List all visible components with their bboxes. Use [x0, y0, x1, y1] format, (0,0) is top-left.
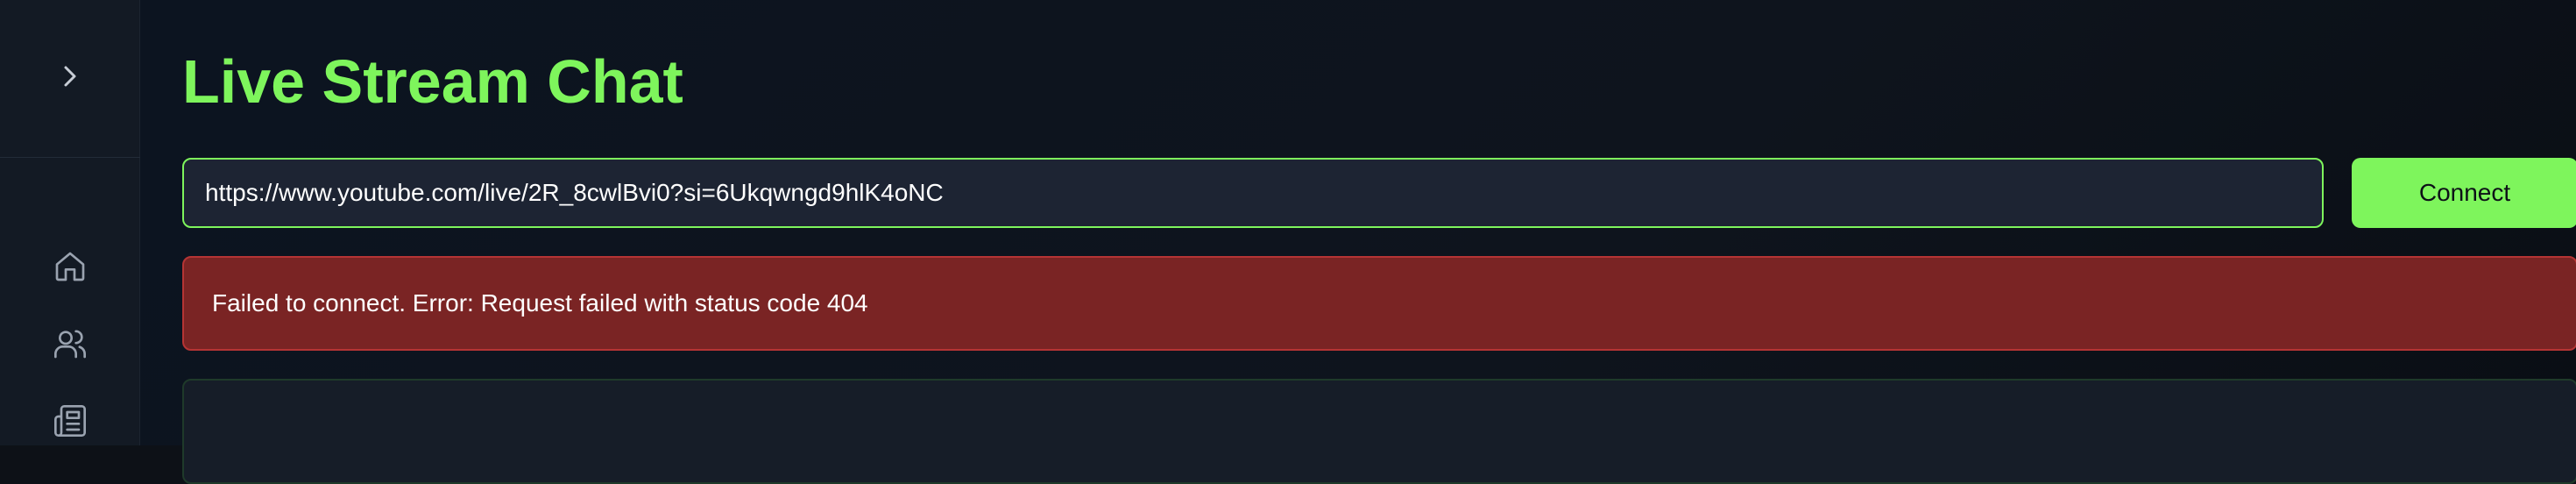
- home-icon: [53, 249, 88, 288]
- error-banner: Failed to connect. Error: Request failed…: [182, 256, 2576, 351]
- sidebar-item-users[interactable]: [0, 319, 140, 372]
- connect-button[interactable]: Connect: [2352, 158, 2576, 228]
- users-icon: [53, 326, 88, 366]
- sidebar: [0, 0, 140, 445]
- sidebar-toggle-button[interactable]: [0, 0, 140, 158]
- page-title: Live Stream Chat: [182, 47, 683, 116]
- sidebar-item-news[interactable]: [0, 396, 140, 449]
- error-message: Failed to connect. Error: Request failed…: [212, 289, 868, 317]
- newspaper-icon: [53, 403, 88, 443]
- sidebar-item-home[interactable]: [0, 242, 140, 295]
- stream-url-input[interactable]: [182, 158, 2324, 228]
- chat-panel: [182, 379, 2576, 484]
- chevron-right-icon: [60, 63, 81, 94]
- main-content: Live Stream Chat Connect Failed to conne…: [140, 0, 2576, 484]
